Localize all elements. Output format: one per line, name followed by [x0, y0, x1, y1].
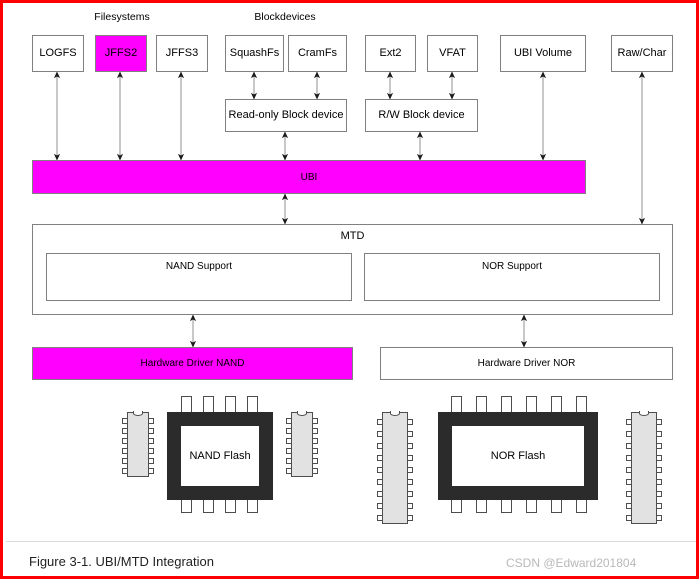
node-ext2[interactable]: Ext2	[365, 35, 416, 72]
figure-container: Filesystems Blockdevices LOGFS JFFS2 JFF…	[0, 0, 699, 579]
node-nand-support-label: NAND Support	[165, 261, 233, 272]
nor-dip-left-notch	[390, 411, 400, 416]
node-raw-char[interactable]: Raw/Char	[611, 35, 673, 72]
node-nor-support-label: NOR Support	[481, 261, 543, 272]
node-cramfs[interactable]: CramFs	[288, 35, 347, 72]
nand-dip-right-notch	[297, 411, 307, 416]
node-nand-support[interactable]: NAND Support	[46, 253, 352, 301]
node-jffs2[interactable]: JFFS2	[95, 35, 147, 72]
node-logfs[interactable]: LOGFS	[32, 35, 84, 72]
nand-flash-chip-graphic: NAND Flash	[122, 396, 323, 528]
figure-caption: Figure 3-1. UBI/MTD Integration	[29, 554, 214, 569]
node-hardware-driver-nand[interactable]: Hardware Driver NAND	[32, 347, 353, 380]
node-rw-block-device[interactable]: R/W Block device	[365, 99, 478, 132]
node-nor-support[interactable]: NOR Support	[364, 253, 660, 301]
nand-dip-left	[127, 412, 149, 477]
nand-dip-left-notch	[133, 411, 143, 416]
node-readonly-block-device[interactable]: Read-only Block device	[225, 99, 347, 132]
nor-dip-right-notch	[639, 411, 649, 416]
nor-dip-left	[382, 412, 408, 524]
nand-flash-label: NAND Flash	[181, 426, 259, 486]
nor-dip-right	[631, 412, 657, 524]
node-mtd-label: MTD	[340, 230, 365, 242]
node-ubi[interactable]: UBI	[32, 160, 586, 194]
nor-flash-chip-graphic: NOR Flash	[377, 396, 663, 528]
nor-flash-label: NOR Flash	[452, 426, 584, 486]
node-vfat[interactable]: VFAT	[427, 35, 478, 72]
caption-divider	[6, 541, 696, 542]
group-label-filesystems: Filesystems	[94, 11, 150, 23]
node-jffs3[interactable]: JFFS3	[156, 35, 208, 72]
node-hardware-driver-nor[interactable]: Hardware Driver NOR	[380, 347, 673, 380]
node-squashfs[interactable]: SquashFs	[225, 35, 284, 72]
csdn-watermark: CSDN @Edward201804	[506, 556, 637, 570]
group-label-blockdevices: Blockdevices	[254, 11, 316, 23]
nand-dip-right	[291, 412, 313, 477]
node-ubi-volume[interactable]: UBI Volume	[500, 35, 586, 72]
